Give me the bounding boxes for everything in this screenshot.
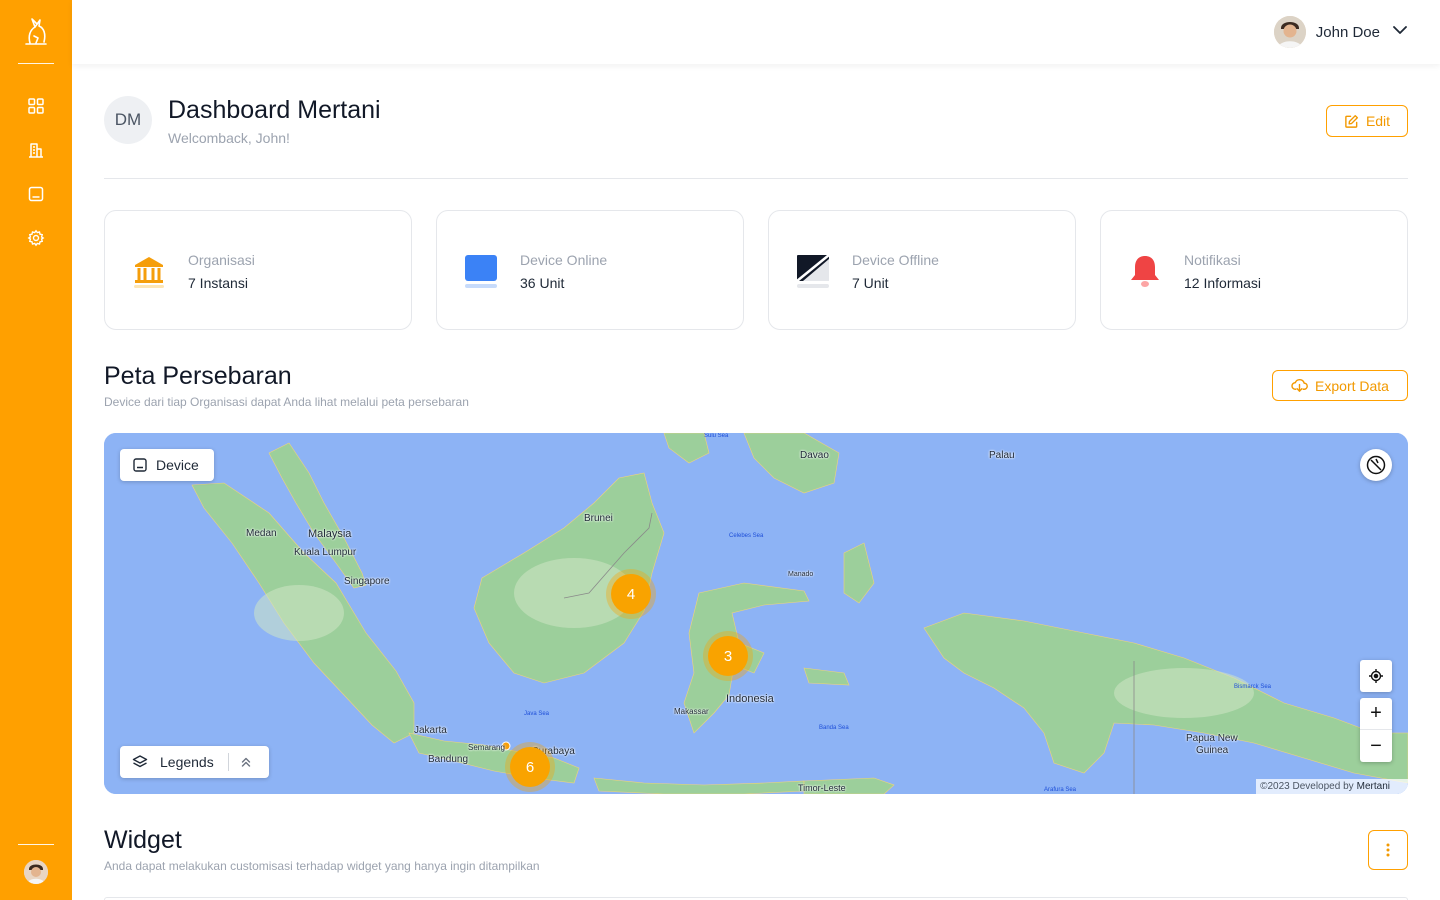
dashboard-grid-icon[interactable] [27, 97, 45, 115]
zoom-out-button[interactable]: − [1360, 730, 1392, 762]
device-icon [133, 458, 147, 472]
map-label-makassar: Makassar [674, 707, 709, 716]
attribution-brand[interactable]: Mertani [1357, 781, 1390, 792]
map-label-png-1: Papua New [1186, 733, 1238, 744]
device-offline-icon [795, 253, 831, 289]
map-label-davao: Davao [800, 450, 829, 461]
user-avatar[interactable] [1273, 16, 1306, 48]
chevrons-up-icon[interactable] [239, 755, 253, 769]
stat-value: 7 Instansi [188, 275, 248, 291]
buildings-icon[interactable] [27, 141, 45, 159]
kebab-menu-icon [1386, 843, 1390, 857]
map-label-manado: Manado [788, 571, 814, 578]
locate-icon [1369, 669, 1383, 683]
map-label-jakarta: Jakarta [414, 725, 447, 736]
compass-reset-button[interactable] [1360, 449, 1392, 481]
sidebar [0, 0, 72, 900]
my-location-button[interactable] [1360, 660, 1392, 692]
bank-icon [131, 253, 167, 289]
map-label-brunei: Brunei [584, 513, 613, 524]
legends-toggle[interactable]: Legends [120, 746, 269, 778]
compass-icon [1366, 455, 1386, 475]
sidebar-avatar[interactable] [24, 860, 48, 884]
stat-card-notifikasi[interactable]: Notifikasi 12 Informasi [1100, 210, 1408, 330]
stat-label: Organisasi [188, 252, 255, 268]
map-label-png-2: Guinea [1196, 745, 1229, 756]
stat-label: Device Online [520, 252, 608, 268]
widget-section-title: Widget [104, 826, 182, 854]
map-label-bismarck-sea: Bismarck Sea [1234, 684, 1272, 690]
distribution-map[interactable]: Medan Malaysia Kuala Lumpur Singapore Br… [104, 433, 1408, 794]
edit-button-label: Edit [1365, 113, 1391, 129]
page-title: Dashboard Mertani [168, 96, 381, 124]
map-label-sulu-sea: Sulu Sea [704, 433, 729, 439]
map-label-palau: Palau [989, 450, 1015, 461]
widget-more-button[interactable] [1368, 830, 1408, 870]
stat-value: 7 Unit [852, 275, 889, 291]
stat-value: 36 Unit [520, 275, 565, 291]
mertani-logo[interactable] [18, 14, 54, 50]
dashboard-badge: DM [104, 96, 152, 144]
header-divider [104, 178, 1408, 179]
sidebar-divider-top [18, 63, 54, 64]
layers-icon [132, 755, 148, 768]
legends-separator [228, 753, 229, 771]
stat-card-organisasi[interactable]: Organisasi 7 Instansi [104, 210, 412, 330]
stat-card-device-offline[interactable]: Device Offline 7 Unit [768, 210, 1076, 330]
sidebar-divider-bottom [18, 844, 54, 845]
map-label-celebes-sea: Celebes Sea [729, 533, 764, 539]
legends-label: Legends [160, 754, 214, 770]
zoom-controls: + − [1360, 698, 1392, 762]
map-label-java-sea: Java Sea [524, 711, 550, 717]
map-section-title: Peta Persebaran [104, 362, 292, 390]
map-label-malaysia: Malaysia [308, 528, 352, 540]
stat-card-device-online[interactable]: Device Online 36 Unit [436, 210, 744, 330]
stat-label: Notifikasi [1184, 252, 1241, 268]
attribution-text: ©2023 Developed by [1260, 781, 1354, 792]
map-label-indonesia: Indonesia [726, 693, 774, 705]
device-icon[interactable] [27, 185, 45, 203]
bell-icon [1127, 253, 1163, 289]
device-chip-label: Device [156, 457, 199, 473]
map-label-kuala-lumpur: Kuala Lumpur [294, 547, 357, 558]
map-label-medan: Medan [246, 528, 277, 539]
edit-button[interactable]: Edit [1326, 105, 1408, 137]
map-attribution: ©2023 Developed by Mertani [1256, 779, 1408, 794]
zoom-in-button[interactable]: + [1360, 698, 1392, 730]
device-cluster-marker[interactable]: 4 [611, 574, 651, 614]
widget-section-subtitle: Anda dapat melakukan customisasi terhada… [104, 859, 540, 873]
cloud-download-icon [1291, 379, 1308, 392]
export-data-button[interactable]: Export Data [1272, 370, 1408, 401]
user-name[interactable]: John Doe [1316, 24, 1380, 41]
map-label-bandung: Bandung [428, 754, 469, 765]
topbar: John Doe [72, 0, 1440, 64]
user-menu[interactable]: John Doe [1273, 16, 1408, 48]
edit-icon [1345, 114, 1358, 128]
stat-value: 12 Informasi [1184, 275, 1262, 291]
device-online-icon [463, 253, 499, 289]
device-cluster-marker[interactable]: 3 [708, 636, 748, 676]
map-section-subtitle: Device dari tiap Organisasi dapat Anda l… [104, 395, 469, 409]
map-label-semarang: Semarang [468, 743, 505, 752]
map-label-banda-sea: Banda Sea [819, 725, 849, 731]
page-subtitle: Welcomback, John! [168, 130, 290, 146]
stat-label: Device Offline [852, 252, 939, 268]
map-label-arafura-sea: Arafura Sea [1044, 787, 1077, 793]
device-cluster-marker[interactable]: 6 [510, 747, 550, 787]
map-label-singapore: Singapore [344, 576, 390, 587]
export-data-label: Export Data [1315, 377, 1389, 394]
chevron-down-icon[interactable] [1392, 22, 1408, 43]
map-label-timor-leste: Timor-Leste [798, 783, 846, 793]
settings-gear-icon[interactable] [27, 229, 45, 247]
device-filter-chip[interactable]: Device [120, 449, 214, 481]
